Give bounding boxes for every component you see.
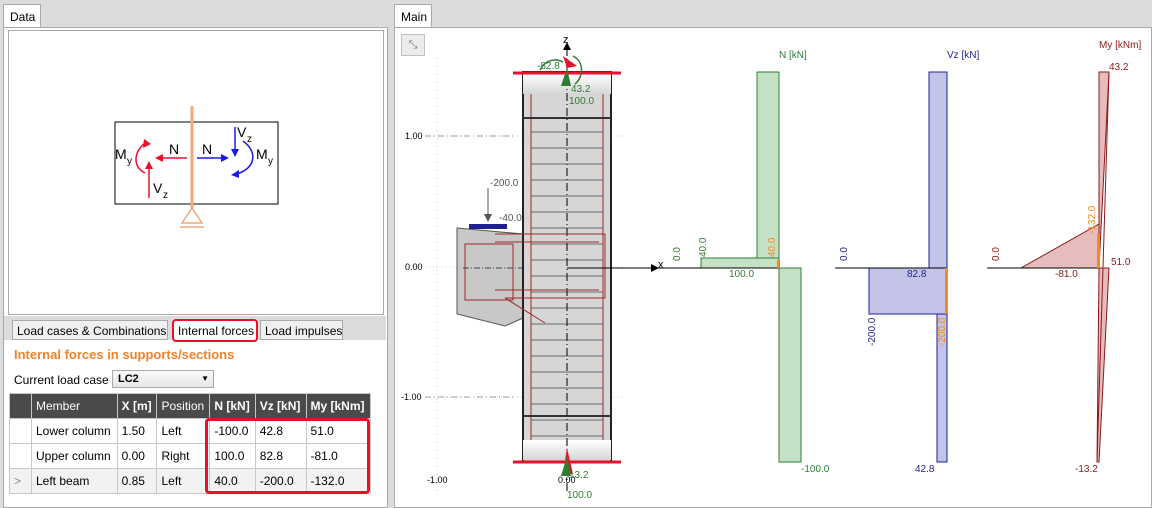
load-case-label: Current load case xyxy=(14,373,109,387)
svg-text:-200.0: -200.0 xyxy=(490,178,519,189)
svg-text:43.2: 43.2 xyxy=(571,84,591,95)
svg-text:M: M xyxy=(115,146,127,162)
col-position[interactable]: Position xyxy=(156,393,211,419)
svg-text:40.0: 40.0 xyxy=(767,237,778,257)
table-cell: 1.50 xyxy=(116,418,158,444)
axis-z-label: z xyxy=(563,34,569,46)
svg-text:43.2: 43.2 xyxy=(1109,62,1129,73)
svg-text:M: M xyxy=(256,146,268,162)
svg-text:-100.0: -100.0 xyxy=(801,464,830,475)
svg-text:-200.0: -200.0 xyxy=(937,317,948,346)
row-selector[interactable] xyxy=(9,443,32,469)
table-cell: 0.85 xyxy=(116,468,158,494)
svg-text:42.8: 42.8 xyxy=(915,464,935,475)
main-canvas: 1.00 0.00 -1.00 -1.00 0.00 xyxy=(401,34,1141,501)
svg-text:-40.0: -40.0 xyxy=(499,213,522,224)
svg-text:100.0: 100.0 xyxy=(569,96,594,107)
forces-highlight xyxy=(205,418,370,494)
tick-y-1: 1.00 xyxy=(405,131,423,141)
chevron-down-icon: ▼ xyxy=(201,374,209,383)
section-title: Internal forces in supports/sections xyxy=(14,347,235,362)
n-diagram-title: N [kN] xyxy=(779,50,807,61)
table-cell: Left xyxy=(156,468,211,494)
svg-text:40.0: 40.0 xyxy=(698,237,709,257)
tab-load-cases[interactable]: Load cases & Combinations xyxy=(12,320,168,340)
svg-text:-200.0: -200.0 xyxy=(867,317,878,346)
col-n[interactable]: N [kN] xyxy=(209,393,256,419)
load-plate xyxy=(469,224,507,229)
tab-internal-forces[interactable]: Internal forces xyxy=(172,319,258,342)
my-diagram: My [kNm] 43.2 0.0 -132.0 51.0 -81.0 -13.… xyxy=(987,40,1141,475)
svg-text:-132.0: -132.0 xyxy=(1087,205,1098,234)
svg-text:0.0: 0.0 xyxy=(672,247,683,261)
svg-text:z: z xyxy=(247,134,252,145)
svg-text:100.0: 100.0 xyxy=(567,490,592,501)
row-selector[interactable]: > xyxy=(9,468,32,494)
schematic-view: M y N V z N V z M y xyxy=(8,30,384,315)
tick-y-0: 0.00 xyxy=(405,262,423,272)
svg-text:0.0: 0.0 xyxy=(991,247,1002,261)
col-member[interactable]: Member xyxy=(31,393,118,419)
table-cell: Lower column xyxy=(31,418,118,444)
support-schematic: M y N V z N V z M y xyxy=(114,106,279,228)
table-cell: 0.00 xyxy=(116,443,158,469)
my-diagram-title: My [kNm] xyxy=(1099,40,1141,51)
tick-y-neg1: -1.00 xyxy=(401,392,422,402)
n-diagram: N [kN] 0.0 40.0 40.0 100.0 -100.0 xyxy=(657,50,830,475)
tab-data[interactable]: Data xyxy=(3,4,41,28)
vz-diagram: Vz [kN] 0.0 82.8 -200.0 -200.0 42.8 xyxy=(835,50,979,475)
table-cell: Left beam xyxy=(31,468,118,494)
svg-text:82.8: 82.8 xyxy=(907,269,927,280)
tab-main[interactable]: Main xyxy=(394,4,432,28)
table-cell: Upper column xyxy=(31,443,118,469)
svg-text:-81.0: -81.0 xyxy=(1055,269,1078,280)
svg-text:N: N xyxy=(169,141,179,157)
svg-text:y: y xyxy=(268,156,273,167)
svg-text:13.2: 13.2 xyxy=(569,470,589,481)
table-header: Member X [m] Position N [kN] Vz [kN] My … xyxy=(9,393,371,419)
table-cell: Left xyxy=(156,418,211,444)
svg-text:z: z xyxy=(163,190,168,201)
load-case-select[interactable]: LC2 ▼ xyxy=(112,370,214,388)
col-my[interactable]: My [kNm] xyxy=(305,393,371,419)
vz-diagram-title: Vz [kN] xyxy=(947,50,979,61)
svg-text:51.0: 51.0 xyxy=(1111,257,1131,268)
schematic-frame xyxy=(114,121,279,205)
svg-text:100.0: 100.0 xyxy=(729,269,754,280)
row-selector[interactable] xyxy=(9,418,32,444)
col-x[interactable]: X [m] xyxy=(116,393,158,419)
svg-text:V: V xyxy=(237,124,247,140)
axis-x-label: x xyxy=(658,259,664,271)
table-cell: Right xyxy=(156,443,211,469)
svg-text:-82.8: -82.8 xyxy=(537,61,560,72)
svg-text:N: N xyxy=(202,141,212,157)
svg-text:0.0: 0.0 xyxy=(839,247,850,261)
main-panel: ⤡ 1.00 0.00 -1.00 -1.00 0.00 xyxy=(394,27,1152,508)
svg-text:-13.2: -13.2 xyxy=(1075,464,1098,475)
tick-x-neg1: -1.00 xyxy=(427,475,448,485)
svg-text:y: y xyxy=(127,156,132,167)
support-icon xyxy=(180,206,204,224)
tab-load-impulses[interactable]: Load impulses xyxy=(260,320,343,340)
col-vz[interactable]: Vz [kN] xyxy=(254,393,307,419)
svg-text:V: V xyxy=(153,180,163,196)
